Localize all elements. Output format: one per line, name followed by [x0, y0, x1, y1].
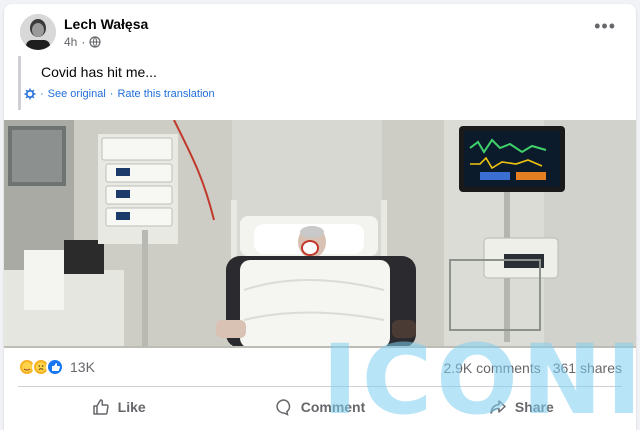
gear-icon [24, 88, 36, 100]
translation-dot: · [40, 88, 44, 100]
share-label: Share [514, 399, 554, 415]
thumbs-up-icon [92, 399, 109, 415]
like-button[interactable]: Like [18, 390, 219, 424]
actions-divider [18, 386, 622, 387]
post-card: Lech Wałęsa 4h · ••• Covid has hit me...… [4, 4, 636, 430]
comment-button[interactable]: Comment [219, 390, 420, 424]
author-name[interactable]: Lech Wałęsa [64, 16, 148, 32]
post-text: Covid has hit me... [41, 64, 157, 80]
post-stats: 13K 2.9K comments 361 shares [4, 354, 636, 380]
comment-label: Comment [300, 399, 366, 415]
hospital-bed-photo [4, 120, 636, 348]
translation-links: · See original · Rate this translation [24, 88, 215, 100]
post-meta: 4h · [64, 35, 101, 49]
comment-bubble-icon [276, 399, 290, 416]
avatar[interactable] [20, 14, 56, 50]
translation-dot: · [109, 88, 114, 100]
rate-translation-link[interactable]: Rate this translation [117, 88, 214, 100]
share-arrow-icon [490, 400, 506, 414]
post-photo[interactable] [4, 120, 636, 348]
globe-icon [89, 36, 101, 48]
comments-count[interactable]: 2.9K comments [443, 360, 540, 376]
more-options-icon[interactable]: ••• [594, 17, 616, 35]
reactions-summary[interactable]: 13K [18, 358, 95, 376]
engagement-counts: 2.9K comments 361 shares [443, 360, 622, 376]
like-label: Like [117, 399, 146, 415]
shares-count[interactable]: 361 shares [553, 360, 622, 376]
post-time[interactable]: 4h [64, 35, 77, 49]
see-original-link[interactable]: See original [48, 88, 106, 100]
translated-text-block: Covid has hit me... [18, 56, 618, 110]
reaction-count: 13K [70, 359, 95, 375]
post-actions: Like Comment Share [18, 390, 622, 424]
avatar-photo [20, 14, 56, 50]
post-header: Lech Wałęsa 4h · ••• [4, 4, 636, 56]
share-button[interactable]: Share [421, 390, 622, 424]
like-reaction-icon [46, 358, 64, 376]
meta-separator: · [81, 35, 86, 49]
